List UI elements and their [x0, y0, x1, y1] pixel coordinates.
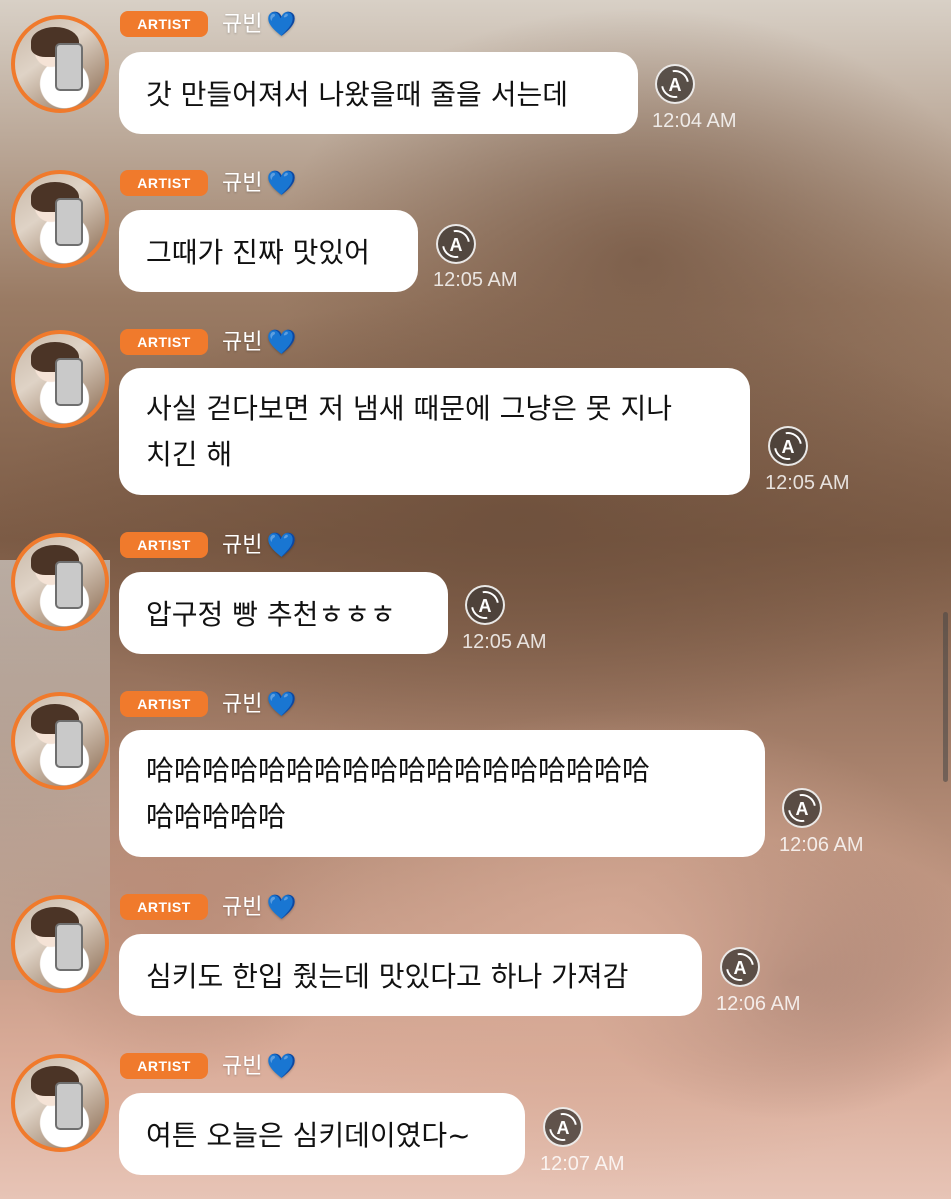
- message-text: 哈哈哈哈哈哈哈哈哈哈哈哈哈哈哈哈哈哈 哈哈哈哈哈: [146, 753, 651, 833]
- translate-icon: A: [556, 1118, 570, 1138]
- translate-icon: A: [668, 75, 682, 95]
- artist-avatar[interactable]: [11, 15, 109, 113]
- sender-name-text: 규빈: [222, 330, 263, 355]
- message-timestamp: 12:06 AM: [779, 834, 864, 856]
- message-text: 압구정 빵 추천ㅎㅎㅎ: [146, 598, 396, 631]
- translate-icon: A: [449, 235, 463, 255]
- sender-name: 규빈 💙: [222, 1049, 296, 1083]
- artist-avatar[interactable]: [11, 170, 109, 268]
- translate-button[interactable]: A: [782, 788, 822, 828]
- artist-avatar[interactable]: [11, 692, 109, 790]
- translate-button[interactable]: A: [720, 947, 760, 987]
- sender-name-text: 규빈: [222, 171, 263, 196]
- sender-name: 규빈 💙: [222, 687, 296, 721]
- message-timestamp: 12:04 AM: [652, 110, 737, 132]
- translate-button[interactable]: A: [655, 64, 695, 104]
- message-bubble[interactable]: 哈哈哈哈哈哈哈哈哈哈哈哈哈哈哈哈哈哈 哈哈哈哈哈: [119, 730, 765, 857]
- message-text: 사실 걷다보면 저 냄새 때문에 그냥은 못 지나 치긴 해: [146, 391, 672, 471]
- blue-heart-icon: 💙: [266, 531, 297, 559]
- sender-name-text: 규빈: [222, 1054, 263, 1079]
- blue-heart-icon: 💙: [266, 1052, 297, 1080]
- message-text: 심키도 한입 줬는데 맛있다고 하나 가져감: [146, 960, 629, 993]
- message-timestamp: 12:05 AM: [433, 269, 518, 291]
- sender-name-text: 규빈: [222, 533, 263, 558]
- message-timestamp: 12:06 AM: [716, 993, 801, 1015]
- blue-heart-icon: 💙: [266, 169, 297, 197]
- translate-icon: A: [781, 437, 795, 457]
- avatar-phone: [55, 198, 83, 246]
- avatar-phone: [55, 1082, 83, 1130]
- sender-name: 규빈 💙: [222, 325, 296, 359]
- translate-button[interactable]: A: [465, 585, 505, 625]
- artist-badge: ARTIST: [120, 11, 208, 37]
- translate-icon: A: [478, 596, 492, 616]
- message-timestamp: 12:05 AM: [765, 472, 850, 494]
- translate-icon: A: [733, 958, 747, 978]
- translate-button[interactable]: A: [768, 426, 808, 466]
- artist-badge: ARTIST: [120, 894, 208, 920]
- avatar-phone: [55, 720, 83, 768]
- blue-heart-icon: 💙: [266, 893, 297, 921]
- blue-heart-icon: 💙: [266, 10, 297, 38]
- sender-name: 규빈 💙: [222, 890, 296, 924]
- artist-avatar[interactable]: [11, 533, 109, 631]
- scrollbar[interactable]: [943, 612, 948, 782]
- translate-button[interactable]: A: [436, 224, 476, 264]
- message-bubble[interactable]: 압구정 빵 추천ㅎㅎㅎ: [119, 572, 448, 654]
- artist-badge: ARTIST: [120, 329, 208, 355]
- artist-badge: ARTIST: [120, 1053, 208, 1079]
- blue-heart-icon: 💙: [266, 328, 297, 356]
- artist-badge: ARTIST: [120, 170, 208, 196]
- message-timestamp: 12:07 AM: [540, 1153, 625, 1175]
- avatar-phone: [55, 561, 83, 609]
- sender-name: 규빈 💙: [222, 7, 296, 41]
- sender-name-text: 규빈: [222, 895, 263, 920]
- blue-heart-icon: 💙: [266, 690, 297, 718]
- message-bubble[interactable]: 갓 만들어져서 나왔을때 줄을 서는데: [119, 52, 638, 134]
- sender-name-text: 규빈: [222, 12, 263, 37]
- message-timestamp: 12:05 AM: [462, 631, 547, 653]
- translate-icon: A: [795, 799, 809, 819]
- artist-badge: ARTIST: [120, 532, 208, 558]
- artist-badge: ARTIST: [120, 691, 208, 717]
- sender-name: 규빈 💙: [222, 166, 296, 200]
- message-text: 갓 만들어져서 나왔을때 줄을 서는데: [146, 78, 569, 111]
- message-text: 여튼 오늘은 심키데이였다~: [146, 1119, 471, 1152]
- avatar-phone: [55, 43, 83, 91]
- artist-avatar[interactable]: [11, 1054, 109, 1152]
- message-bubble[interactable]: 그때가 진짜 맛있어: [119, 210, 418, 292]
- message-bubble[interactable]: 심키도 한입 줬는데 맛있다고 하나 가져감: [119, 934, 702, 1016]
- message-bubble[interactable]: 사실 걷다보면 저 냄새 때문에 그냥은 못 지나 치긴 해: [119, 368, 750, 495]
- artist-avatar[interactable]: [11, 895, 109, 993]
- message-bubble[interactable]: 여튼 오늘은 심키데이였다~: [119, 1093, 525, 1175]
- artist-avatar[interactable]: [11, 330, 109, 428]
- message-text: 그때가 진짜 맛있어: [146, 236, 370, 269]
- avatar-phone: [55, 923, 83, 971]
- sender-name: 규빈 💙: [222, 528, 296, 562]
- translate-button[interactable]: A: [543, 1107, 583, 1147]
- avatar-phone: [55, 358, 83, 406]
- sender-name-text: 규빈: [222, 692, 263, 717]
